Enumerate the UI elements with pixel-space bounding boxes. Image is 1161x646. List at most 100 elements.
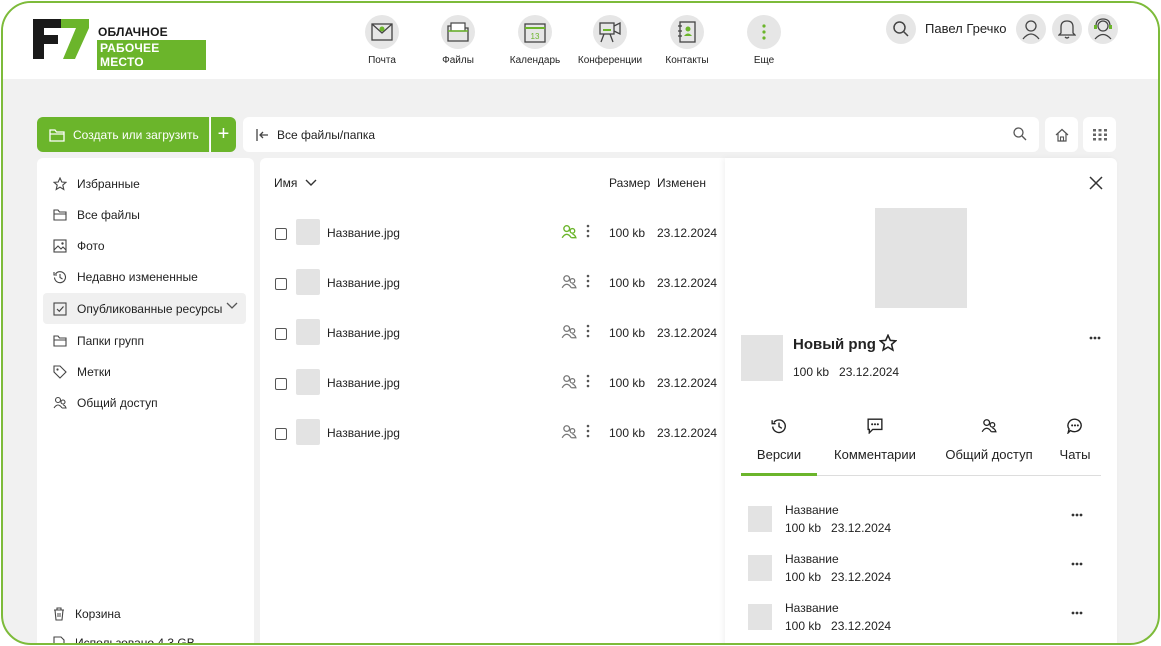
breadcrumb-path[interactable]: Все файлы/папка (277, 128, 375, 142)
more-vertical-icon[interactable] (586, 274, 590, 288)
support-button[interactable] (1088, 14, 1118, 44)
more-vertical-icon[interactable] (586, 224, 590, 238)
user-name[interactable]: Павел Гречко (925, 21, 1007, 36)
more-horizontal-icon[interactable] (1071, 611, 1083, 615)
sidebar-item-published[interactable]: Опубликованные ресурсы (43, 293, 246, 324)
more-vertical-icon[interactable] (586, 424, 590, 438)
nav-files[interactable]: Файлы (418, 15, 498, 66)
profile-button[interactable] (1016, 14, 1046, 44)
shared-active-icon[interactable] (561, 224, 577, 240)
shared-icon[interactable] (561, 424, 577, 440)
sidebar-item-label: Избранные (77, 176, 140, 191)
breadcrumb: Все файлы/папка (243, 117, 1039, 152)
version-date: 23.12.2024 (831, 619, 892, 633)
logo-text-line2: РАБОЧЕЕ МЕСТО (97, 40, 206, 70)
search-icon (1013, 127, 1027, 141)
tab-sharing[interactable]: Общий доступ (937, 418, 1041, 462)
version-size: 100 kb (785, 619, 822, 633)
back-button[interactable] (255, 128, 269, 142)
file-thumbnail (296, 419, 320, 445)
column-header-size[interactable]: Размер (609, 176, 650, 190)
storage-usage-label: Использовано 4.3 GB (75, 635, 195, 645)
chevron-down-icon[interactable] (226, 302, 238, 310)
image-icon (53, 238, 67, 253)
nav-mail-label: Почта (368, 55, 396, 66)
file-row[interactable]: Название.jpg 100 kb 23.12.2024 (260, 316, 725, 352)
row-checkbox[interactable] (275, 278, 287, 290)
more-horizontal-icon[interactable] (1089, 336, 1101, 340)
sidebar-item-recent[interactable]: Недавно измененные (43, 261, 246, 292)
nav-more[interactable]: Еще (724, 15, 804, 66)
file-thumbnail (296, 269, 320, 295)
storage-usage: Использовано 4.3 GB (43, 627, 246, 645)
tab-comments[interactable]: Комментарии (827, 418, 923, 462)
user-icon (1022, 20, 1040, 40)
support-agent-icon (1094, 18, 1112, 40)
contacts-icon (670, 15, 704, 49)
folder-icon (53, 334, 67, 347)
star-icon[interactable] (879, 334, 897, 352)
version-item[interactable]: Название 100 kb 23.12.2024 (725, 599, 1117, 643)
shared-icon[interactable] (561, 324, 577, 340)
nav-contacts[interactable]: Контакты (647, 15, 727, 66)
row-checkbox[interactable] (275, 428, 287, 440)
nav-contacts-label: Контакты (665, 55, 709, 66)
nav-calendar[interactable]: 13 Календарь (495, 15, 575, 66)
shared-icon[interactable] (561, 274, 577, 290)
nav-mail[interactable]: Почта (342, 15, 422, 66)
file-name: Название.jpg (327, 326, 400, 340)
column-header-modified[interactable]: Изменен (657, 176, 706, 190)
file-name: Название.jpg (327, 276, 400, 290)
create-or-upload-button[interactable]: Создать или загрузить (37, 117, 209, 152)
chevron-down-icon (305, 179, 317, 186)
files-icon (441, 15, 475, 49)
grid-view-button[interactable] (1083, 117, 1116, 152)
row-checkbox[interactable] (275, 228, 287, 240)
close-icon[interactable] (1089, 176, 1103, 190)
global-search-button[interactable] (886, 14, 916, 44)
notifications-button[interactable] (1052, 14, 1082, 44)
shared-icon[interactable] (561, 374, 577, 390)
file-preview (875, 208, 967, 308)
logo[interactable]: ОБЛАЧНОЕ РАБОЧЕЕ МЕСТО (31, 17, 206, 70)
sidebar-item-label: Общий доступ (77, 395, 158, 410)
version-thumbnail (748, 555, 772, 581)
add-button[interactable]: + (210, 117, 236, 152)
more-vertical-icon[interactable] (586, 324, 590, 338)
file-row[interactable]: Название.jpg 100 kb 23.12.2024 (260, 266, 725, 302)
row-checkbox[interactable] (275, 378, 287, 390)
more-vertical-icon[interactable] (586, 374, 590, 388)
more-vertical-icon (747, 15, 781, 49)
column-header-name[interactable]: Имя (274, 176, 317, 190)
sidebar-item-favorites[interactable]: Избранные (43, 168, 246, 199)
nav-conferences[interactable]: Конференции (570, 15, 650, 66)
nav-more-label: Еще (753, 55, 775, 66)
sidebar-item-all-files[interactable]: Все файлы (43, 199, 246, 230)
tab-versions[interactable]: Версии (741, 418, 817, 462)
row-checkbox[interactable] (275, 328, 287, 340)
path-search-button[interactable] (1013, 127, 1027, 144)
home-button[interactable] (1045, 117, 1078, 152)
sidebar-item-group-folders[interactable]: Папки групп (43, 325, 246, 356)
file-name: Название.jpg (327, 226, 400, 240)
sidebar-item-tags[interactable]: Метки (43, 356, 246, 387)
version-item[interactable]: Название 100 kb 23.12.2024 (725, 501, 1117, 545)
file-row[interactable]: Название.jpg 100 kb 23.12.2024 (260, 416, 725, 452)
file-thumbnail (296, 219, 320, 245)
sidebar-item-photos[interactable]: Фото (43, 230, 246, 261)
version-item[interactable]: Название 100 kb 23.12.2024 (725, 550, 1117, 594)
app-frame: ОБЛАЧНОЕ РАБОЧЕЕ МЕСТО Почта Файлы 13 Ка… (1, 1, 1160, 645)
file-row[interactable]: Название.jpg 100 kb 23.12.2024 (260, 216, 725, 252)
version-meta: 100 kb 23.12.2024 (785, 521, 891, 535)
nav-conferences-label: Конференции (577, 55, 643, 66)
sidebar-item-trash[interactable]: Корзина (43, 598, 246, 629)
file-thumbnail (296, 369, 320, 395)
comment-icon (867, 418, 883, 434)
file-details-panel: Новый png 100 kb 23.12.2024 Версии Комме… (725, 158, 1117, 643)
more-horizontal-icon[interactable] (1071, 513, 1083, 517)
tab-chats[interactable]: Чаты (1053, 418, 1097, 462)
logo-text-line1: ОБЛАЧНОЕ (98, 25, 168, 39)
file-row[interactable]: Название.jpg 100 kb 23.12.2024 (260, 366, 725, 402)
more-horizontal-icon[interactable] (1071, 562, 1083, 566)
sidebar-item-shared[interactable]: Общий доступ (43, 387, 246, 418)
